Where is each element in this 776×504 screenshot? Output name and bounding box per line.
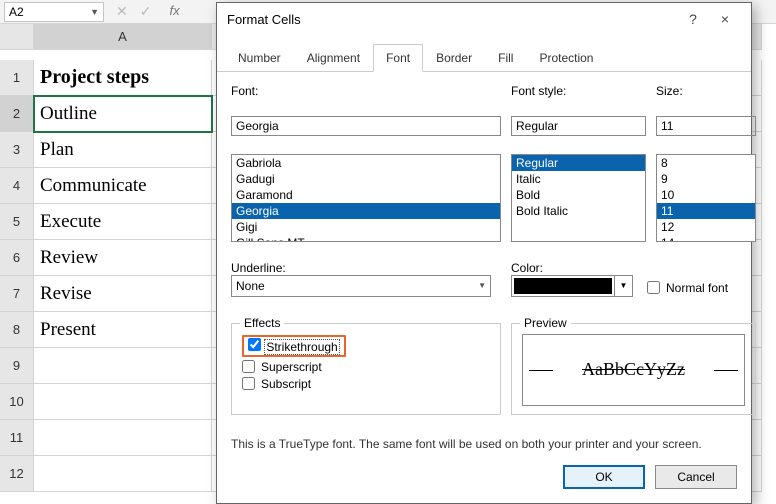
cell[interactable]: Review	[34, 240, 212, 276]
name-box[interactable]: A2 ▼	[4, 2, 104, 22]
help-button[interactable]: ?	[677, 11, 709, 27]
cell[interactable]: Outline	[34, 96, 212, 132]
size-listbox[interactable]: 8910111214	[656, 154, 756, 242]
font-style-listbox[interactable]: RegularItalicBoldBold Italic	[511, 154, 646, 242]
preview-group: Preview AaBbCcYyZz	[511, 323, 756, 415]
row-header[interactable]: 4	[0, 168, 34, 204]
size-input[interactable]: 11	[656, 116, 756, 136]
list-item[interactable]: 9	[657, 171, 755, 187]
fx-icon[interactable]: fx	[169, 3, 179, 20]
strikethrough-checkbox[interactable]: Strikethrough	[242, 335, 490, 357]
effects-legend: Effects	[240, 316, 284, 330]
list-item[interactable]: Italic	[512, 171, 645, 187]
chevron-down-icon[interactable]: ▼	[90, 7, 99, 17]
row-header[interactable]: 10	[0, 384, 34, 420]
list-item[interactable]: Georgia	[232, 203, 500, 219]
list-item[interactable]: 14	[657, 235, 755, 242]
size-label: Size:	[656, 84, 756, 112]
cell[interactable]: Revise	[34, 276, 212, 312]
font-style-label: Font style:	[511, 84, 646, 112]
subscript-checkbox[interactable]: Subscript	[242, 377, 490, 391]
tab-alignment[interactable]: Alignment	[294, 44, 373, 72]
underline-select[interactable]: None ▼	[231, 275, 491, 297]
chevron-down-icon: ▼	[478, 281, 486, 290]
dialog-tabs: NumberAlignmentFontBorderFillProtection	[217, 43, 751, 72]
dialog-titlebar[interactable]: Format Cells ? ×	[217, 3, 751, 35]
font-listbox[interactable]: GabriolaGadugiGaramondGeorgiaGigiGill Sa…	[231, 154, 501, 242]
list-item[interactable]: 11	[657, 203, 755, 219]
color-select[interactable]: ▼	[511, 275, 633, 297]
row-header[interactable]: 7	[0, 276, 34, 312]
ok-button[interactable]: OK	[563, 465, 645, 489]
preview-legend: Preview	[520, 316, 571, 330]
list-item[interactable]: Bold	[512, 187, 645, 203]
tab-font[interactable]: Font	[373, 44, 423, 72]
list-item[interactable]: 10	[657, 187, 755, 203]
row-header[interactable]: 11	[0, 420, 34, 456]
preview-sample: AaBbCcYyZz	[522, 334, 745, 406]
row-header[interactable]: 6	[0, 240, 34, 276]
font-label: Font:	[231, 84, 501, 112]
cell[interactable]	[34, 420, 212, 456]
list-item[interactable]: Gadugi	[232, 171, 500, 187]
tab-protection[interactable]: Protection	[526, 44, 606, 72]
list-item[interactable]: Bold Italic	[512, 203, 645, 219]
list-item[interactable]: Gigi	[232, 219, 500, 235]
normal-font-checkbox[interactable]: Normal font	[647, 281, 728, 295]
format-cells-dialog: Format Cells ? × NumberAlignmentFontBord…	[216, 2, 752, 504]
chevron-down-icon: ▼	[614, 276, 632, 296]
row-header[interactable]: 3	[0, 132, 34, 168]
underline-label: Underline:	[231, 261, 501, 275]
row-header[interactable]: 2	[0, 96, 34, 132]
close-button[interactable]: ×	[709, 11, 741, 27]
font-description: This is a TrueType font. The same font w…	[217, 437, 751, 451]
tab-number[interactable]: Number	[225, 44, 294, 72]
cancel-icon: ✕	[116, 3, 128, 20]
cell[interactable]	[34, 348, 212, 384]
superscript-checkbox[interactable]: Superscript	[242, 360, 490, 374]
cell[interactable]	[34, 456, 212, 492]
row-header[interactable]: 1	[0, 60, 34, 96]
row-header[interactable]: 5	[0, 204, 34, 240]
check-icon: ✓	[140, 3, 152, 20]
list-item[interactable]: 8	[657, 155, 755, 171]
effects-group: Effects Strikethrough Superscript Subscr…	[231, 323, 501, 415]
cell[interactable]: Communicate	[34, 168, 212, 204]
cancel-button[interactable]: Cancel	[655, 465, 737, 489]
color-swatch	[514, 278, 612, 294]
column-header[interactable]: A	[34, 24, 212, 50]
name-box-value: A2	[9, 5, 24, 19]
color-label: Color:	[511, 261, 756, 275]
list-item[interactable]: Gill Sans MT	[232, 235, 500, 242]
cell[interactable]: Plan	[34, 132, 212, 168]
row-header[interactable]: 9	[0, 348, 34, 384]
cell[interactable]	[34, 384, 212, 420]
cell[interactable]: Project steps	[34, 60, 212, 96]
list-item[interactable]: Gabriola	[232, 155, 500, 171]
tab-fill[interactable]: Fill	[485, 44, 526, 72]
font-style-input[interactable]: Regular	[511, 116, 646, 136]
row-header[interactable]: 8	[0, 312, 34, 348]
cell[interactable]: Execute	[34, 204, 212, 240]
list-item[interactable]: 12	[657, 219, 755, 235]
list-item[interactable]: Garamond	[232, 187, 500, 203]
tab-border[interactable]: Border	[423, 44, 485, 72]
list-item[interactable]: Regular	[512, 155, 645, 171]
row-header[interactable]: 12	[0, 456, 34, 492]
font-input[interactable]: Georgia	[231, 116, 501, 136]
dialog-title: Format Cells	[227, 12, 301, 27]
cell[interactable]: Present	[34, 312, 212, 348]
